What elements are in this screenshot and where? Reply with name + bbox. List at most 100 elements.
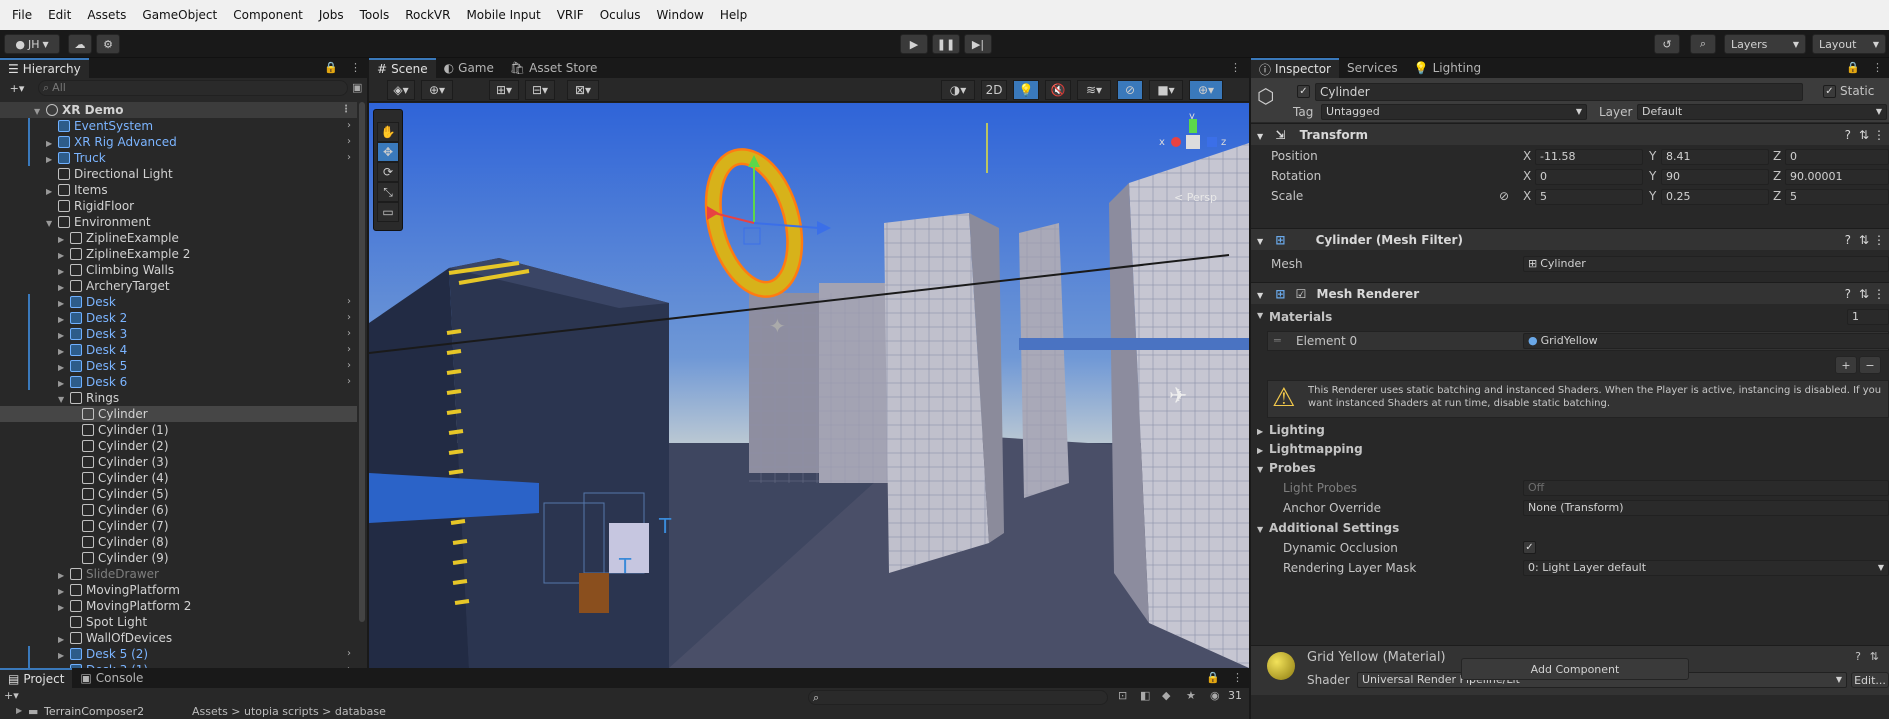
lighting-toggle[interactable]: 💡 xyxy=(1013,80,1039,100)
chevron-right-icon[interactable]: › xyxy=(347,646,351,662)
hierarchy-search-input[interactable]: ⌕ All xyxy=(38,80,348,96)
tab-scene[interactable]: # Scene xyxy=(369,58,436,78)
menu-window[interactable]: Window xyxy=(649,0,712,30)
tag-dropdown[interactable]: Untagged ▼ xyxy=(1321,104,1587,120)
menu-assets[interactable]: Assets xyxy=(79,0,134,30)
rendering-layer-value-field[interactable]: 0: Light Layer default ▼ xyxy=(1523,560,1889,576)
shading-mode-button[interactable]: ◑▾ xyxy=(941,80,975,100)
menu-oculus[interactable]: Oculus xyxy=(592,0,649,30)
chevron-right-icon[interactable]: ▶ xyxy=(1257,443,1263,459)
rotation-x-field[interactable]: 0 xyxy=(1535,169,1643,185)
tab-inspector[interactable]: ⓘ Inspector xyxy=(1251,58,1339,78)
hierarchy-item[interactable]: ▶ ArcheryTarget xyxy=(0,278,357,294)
hierarchy-item[interactable]: ▶ ZiplineExample 2 xyxy=(0,246,357,262)
menu-tools[interactable]: Tools xyxy=(352,0,398,30)
help-icon[interactable]: ? xyxy=(1845,124,1851,146)
menu-rockvr[interactable]: RockVR xyxy=(397,0,458,30)
rotation-z-field[interactable]: 90.00001 xyxy=(1785,169,1889,185)
anchor-value-field[interactable]: None (Transform) xyxy=(1523,500,1889,516)
transform-header[interactable]: ▼ ⇲ Transform ? ⇅ ⋮ xyxy=(1251,123,1889,145)
layout-dropdown[interactable]: Layout ▼ xyxy=(1812,34,1886,54)
tab-console[interactable]: ▣ Console xyxy=(72,668,151,688)
materials-count-field[interactable]: 1 xyxy=(1847,309,1889,325)
hierarchy-item[interactable]: ▶ Desk 5 › xyxy=(0,358,357,374)
axis-y-label[interactable]: Y xyxy=(1649,148,1656,164)
type-icon[interactable]: ◧ xyxy=(1140,689,1150,702)
chevron-right-icon[interactable]: › xyxy=(347,358,351,374)
menu-edit[interactable]: Edit xyxy=(40,0,79,30)
move-tool[interactable]: ✥ xyxy=(377,142,399,162)
axis-x-label[interactable]: X xyxy=(1523,148,1531,164)
scale-tool[interactable]: ⤡ xyxy=(377,182,399,202)
chevron-down-icon[interactable]: ▼ xyxy=(1257,522,1263,538)
projection-label[interactable]: < Persp xyxy=(1174,191,1217,204)
mode-2d-button[interactable]: 2D xyxy=(981,80,1007,100)
renderer-lighting[interactable]: Lighting xyxy=(1269,422,1325,438)
lock-icon[interactable]: 🔒 xyxy=(1840,58,1866,78)
collab-button[interactable]: ⚙ xyxy=(96,34,120,54)
label-icon[interactable]: ◆ xyxy=(1162,689,1170,702)
more-icon[interactable]: ⋮ xyxy=(341,102,351,118)
more-icon[interactable]: ⋮ xyxy=(1222,58,1249,78)
tab-hierarchy[interactable]: ☰ Hierarchy xyxy=(0,58,89,78)
snap-increment-button[interactable]: ⊠▾ xyxy=(567,80,599,100)
renderer-lightmapping[interactable]: Lightmapping xyxy=(1269,441,1363,457)
axis-z-label[interactable]: Z xyxy=(1773,168,1781,184)
renderer-probes[interactable]: Probes xyxy=(1269,460,1316,476)
search-button[interactable]: ⌕ xyxy=(1690,34,1716,54)
hierarchy-item[interactable]: Cylinder (7) xyxy=(0,518,357,534)
project-folder-item[interactable]: TerrainComposer2 xyxy=(44,705,144,718)
grid-visibility-button[interactable]: ⊟▾ xyxy=(525,80,555,100)
hierarchy-item[interactable]: Cylinder (4) xyxy=(0,470,357,486)
tab-services[interactable]: Services xyxy=(1339,58,1406,78)
menu-gameobject[interactable]: GameObject xyxy=(134,0,225,30)
hierarchy-item[interactable]: Cylinder (2) xyxy=(0,438,357,454)
chevron-down-icon[interactable]: ▼ xyxy=(1257,462,1263,478)
material-preview-icon[interactable] xyxy=(1267,652,1295,680)
hierarchy-item[interactable]: Cylinder (8) xyxy=(0,534,357,550)
hierarchy-item[interactable]: ▶ Desk 3 › xyxy=(0,326,357,342)
hierarchy-item[interactable]: ▶ SlideDrawer xyxy=(0,566,357,582)
chevron-right-icon[interactable]: › xyxy=(347,342,351,358)
grid-snap-button[interactable]: ⊞▾ xyxy=(489,80,519,100)
chevron-right-icon[interactable]: › xyxy=(347,326,351,342)
menu-file[interactable]: File xyxy=(4,0,40,30)
scene-viewport[interactable]: ✦ ✈ T T ✋ ✥ ⟳ ⤡ ▭ y x z < Persp xyxy=(369,103,1249,668)
axis-x-label[interactable]: X xyxy=(1523,168,1531,184)
more-icon[interactable]: ⋮ xyxy=(1873,283,1885,305)
chevron-right-icon[interactable]: ▶ xyxy=(1257,424,1263,440)
scale-y-field[interactable]: 0.25 xyxy=(1661,189,1769,205)
gizmos-toggle[interactable]: ⊕▾ xyxy=(1189,80,1223,100)
hierarchy-item[interactable]: ▶ Desk 4 › xyxy=(0,342,357,358)
position-z-field[interactable]: 0 xyxy=(1785,149,1889,165)
axis-x-label[interactable]: X xyxy=(1523,188,1531,204)
hierarchy-item[interactable]: ▶ Items xyxy=(0,182,357,198)
enabled-check-icon[interactable]: ☑ xyxy=(1296,287,1307,301)
hierarchy-item[interactable]: Cylinder xyxy=(0,406,357,422)
add-material-button[interactable]: + xyxy=(1835,356,1857,374)
layer-dropdown[interactable]: Default ▼ xyxy=(1637,104,1887,120)
rotate-tool[interactable]: ⟳ xyxy=(377,162,399,182)
hierarchy-item[interactable]: RigidFloor xyxy=(0,198,357,214)
mesh-field[interactable]: ⊞ Cylinder xyxy=(1523,256,1889,272)
active-checkbox[interactable]: ✓ xyxy=(1297,85,1310,98)
mesh-renderer-header[interactable]: ▼ ⊞ ☑ Mesh Renderer ? ⇅ ⋮ xyxy=(1251,282,1889,304)
menu-vrif[interactable]: VRIF xyxy=(549,0,592,30)
account-button[interactable]: ● JH ▼ xyxy=(4,34,60,54)
scale-x-field[interactable]: 5 xyxy=(1535,189,1643,205)
preset-icon[interactable]: ⇅ xyxy=(1859,124,1869,146)
static-checkbox[interactable]: ✓ xyxy=(1823,85,1836,98)
hierarchy-item[interactable]: ▼ XR Demo ⋮ xyxy=(0,102,357,118)
eye-icon[interactable]: ◉ xyxy=(1210,689,1220,702)
remove-material-button[interactable]: − xyxy=(1859,356,1881,374)
hierarchy-item[interactable]: EventSystem › xyxy=(0,118,357,134)
more-icon[interactable]: ⋮ xyxy=(1866,58,1889,78)
hierarchy-item[interactable]: ▼ Rings xyxy=(0,390,357,406)
hierarchy-item[interactable]: Cylinder (3) xyxy=(0,454,357,470)
rotation-y-field[interactable]: 90 xyxy=(1661,169,1769,185)
chevron-right-icon[interactable]: › xyxy=(347,118,351,134)
lock-icon[interactable]: 🔒 xyxy=(1200,668,1226,688)
add-component-button[interactable]: Add Component xyxy=(1461,658,1689,680)
more-icon[interactable]: ⋮ xyxy=(1873,124,1885,146)
hierarchy-item[interactable]: Spot Light xyxy=(0,614,357,630)
